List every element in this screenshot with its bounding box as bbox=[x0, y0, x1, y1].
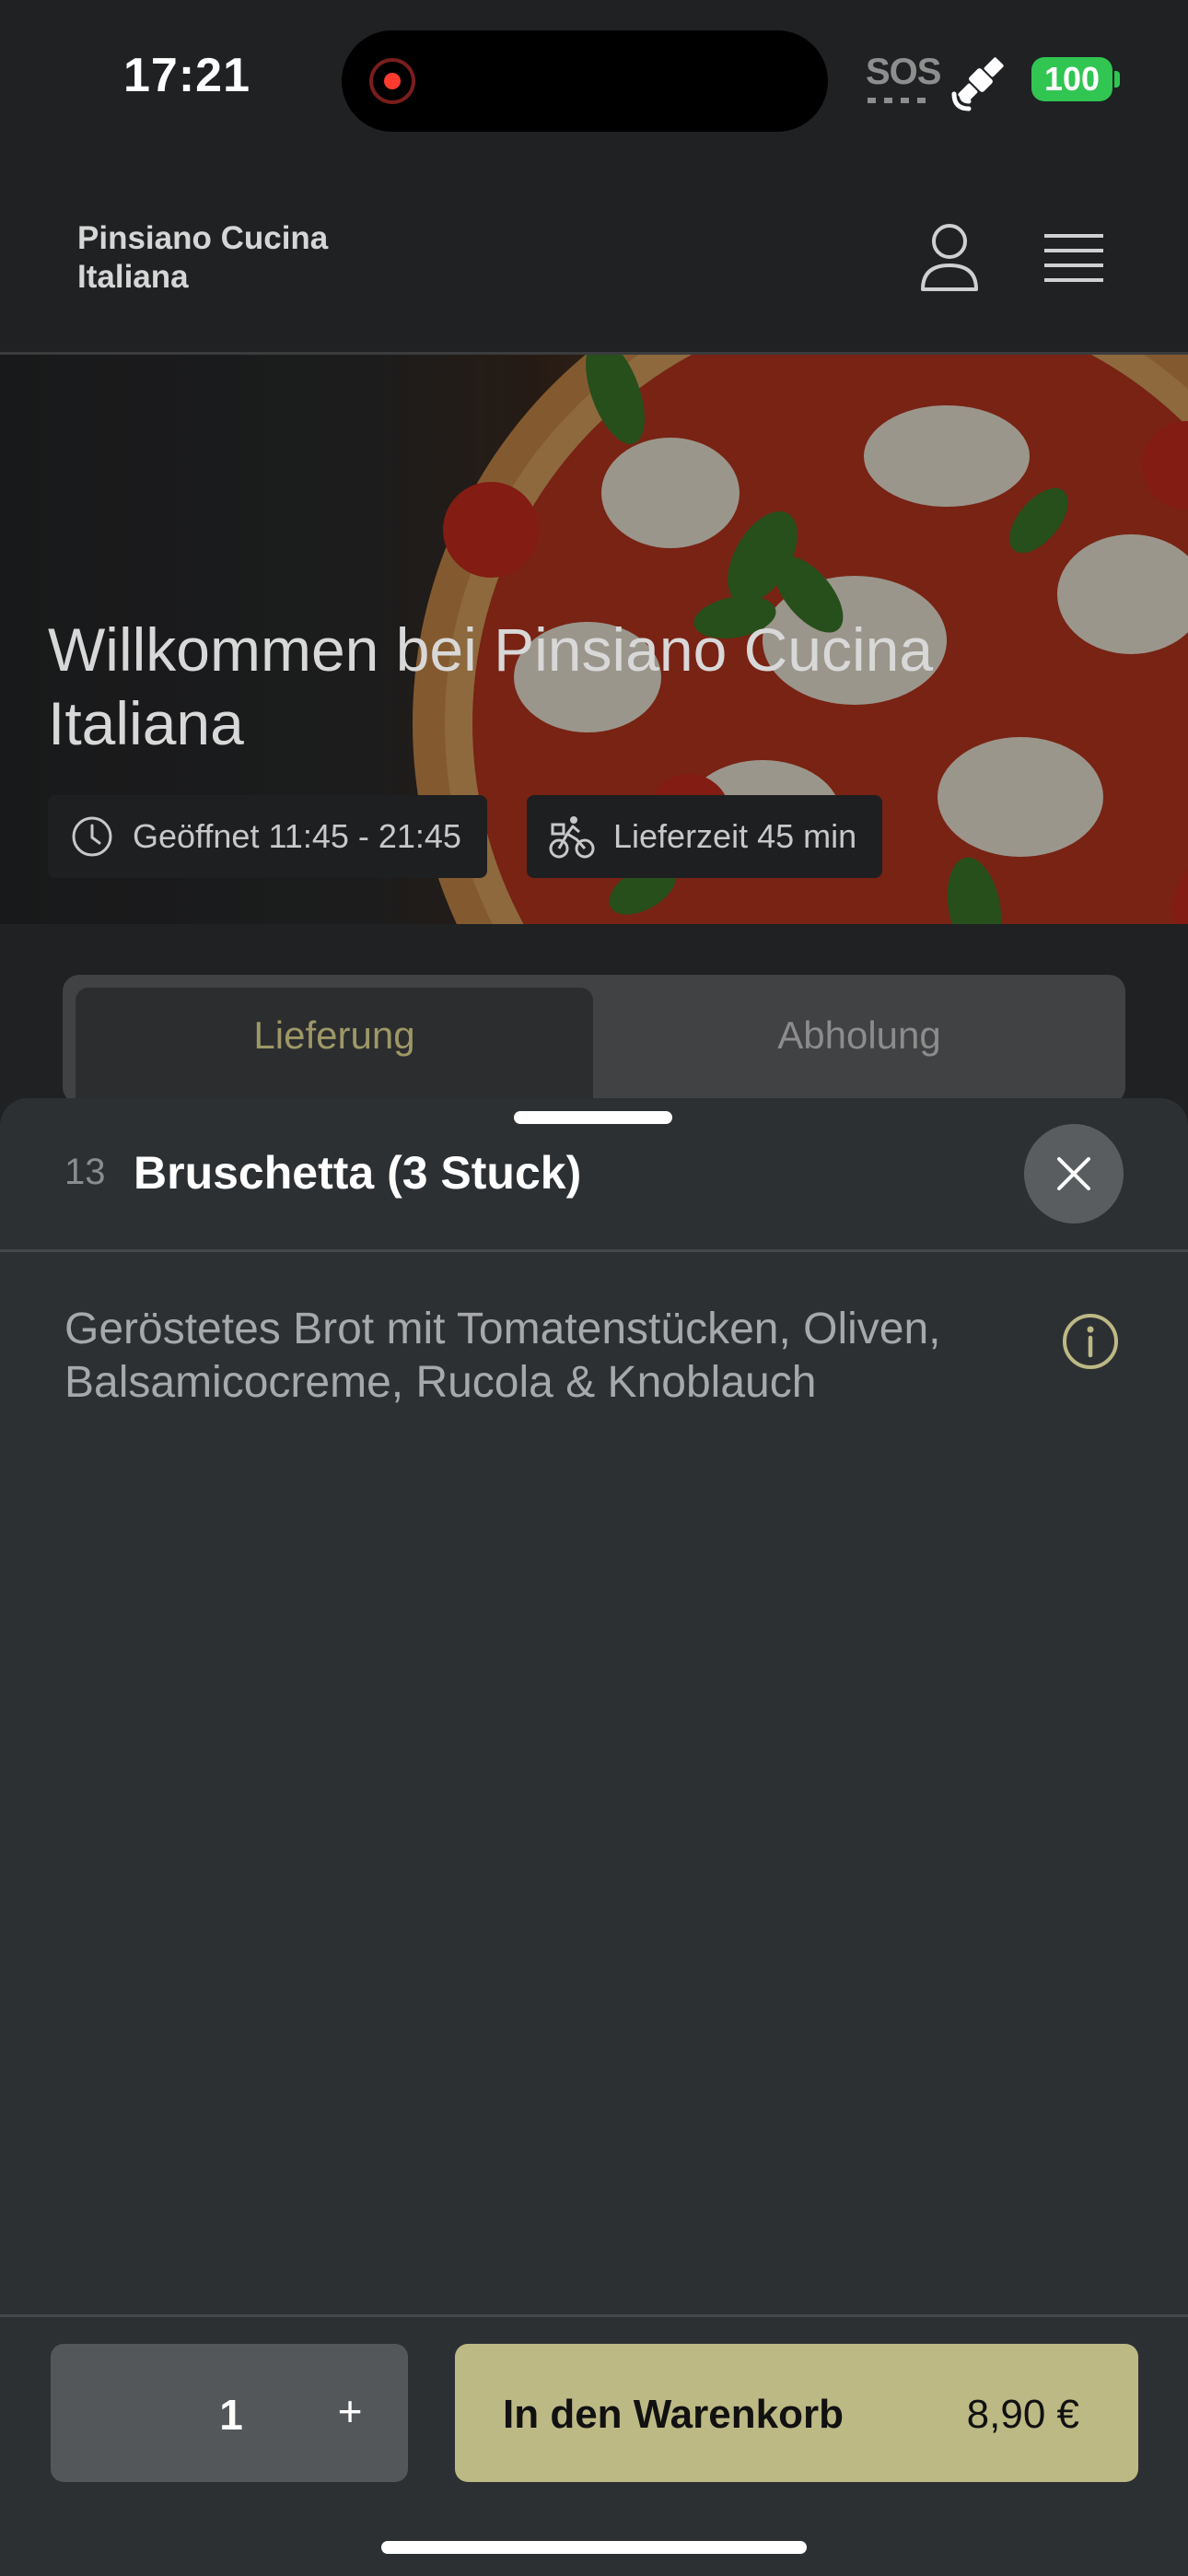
item-price: 8,90 € bbox=[966, 2392, 1079, 2437]
item-description: Geröstetes Brot mit Tomatenstücken, Oliv… bbox=[64, 1305, 941, 1407]
site-header: Pinsiano Cucina Italiana bbox=[0, 157, 1188, 355]
restaurant-logo-text[interactable]: Pinsiano Cucina Italiana bbox=[77, 219, 390, 297]
battery-indicator: 100 bbox=[1031, 57, 1112, 101]
satellite-icon bbox=[951, 57, 1004, 111]
order-type-tabs: Lieferung Abholung bbox=[63, 975, 1125, 1104]
bike-courier-icon bbox=[549, 816, 595, 859]
sheet-header-divider bbox=[0, 1249, 1188, 1252]
sos-indicator: SOS bbox=[866, 52, 941, 92]
item-detail-sheet: 13 Bruschetta (3 Stuck) Geröstetes Brot … bbox=[0, 1098, 1188, 2576]
dynamic-island bbox=[342, 30, 828, 132]
action-bar-divider bbox=[0, 2314, 1188, 2317]
item-title: Bruschetta (3 Stuck) bbox=[134, 1147, 582, 1199]
close-button[interactable] bbox=[1024, 1124, 1124, 1224]
brand-line-1: Pinsiano Cucina bbox=[77, 220, 329, 256]
delivery-time-badge: Lieferzeit 45 min bbox=[527, 795, 883, 878]
hamburger-menu-icon[interactable] bbox=[1044, 230, 1103, 286]
user-icon[interactable] bbox=[917, 221, 982, 295]
sheet-grabber[interactable] bbox=[514, 1111, 672, 1124]
opening-hours-text: Geöffnet 11:45 - 21:45 bbox=[133, 817, 461, 855]
battery-tip bbox=[1114, 71, 1120, 88]
home-indicator[interactable] bbox=[381, 2541, 807, 2554]
tab-delivery[interactable]: Lieferung bbox=[76, 988, 593, 1104]
quantity-increase-button[interactable]: + bbox=[327, 2386, 373, 2436]
add-to-cart-label: In den Warenkorb bbox=[503, 2392, 844, 2437]
sos-signal-dots bbox=[868, 98, 928, 103]
delivery-time-text: Lieferzeit 45 min bbox=[613, 817, 857, 855]
screen-recording-icon bbox=[369, 58, 415, 104]
brand-line-2: Italiana bbox=[77, 259, 189, 295]
add-to-cart-button[interactable]: In den Warenkorb 8,90 € bbox=[455, 2344, 1138, 2482]
info-icon[interactable] bbox=[1061, 1312, 1120, 1371]
quantity-stepper: 1 + bbox=[51, 2344, 408, 2482]
opening-hours-badge: Geöffnet 11:45 - 21:45 bbox=[48, 795, 487, 878]
status-time: 17:21 bbox=[123, 49, 250, 102]
status-bar: 17:21 SOS 100 bbox=[0, 0, 1188, 157]
hero-banner: Willkommen bei Pinsiano Cucina Italiana … bbox=[0, 355, 1188, 924]
tab-pickup[interactable]: Abholung bbox=[593, 988, 1125, 1104]
item-number: 13 bbox=[64, 1152, 106, 1192]
clock-icon bbox=[72, 816, 112, 857]
quantity-value: 1 bbox=[219, 2391, 243, 2439]
close-icon bbox=[1057, 1157, 1090, 1190]
hero-title: Willkommen bei Pinsiano Cucina Italiana bbox=[48, 615, 934, 757]
